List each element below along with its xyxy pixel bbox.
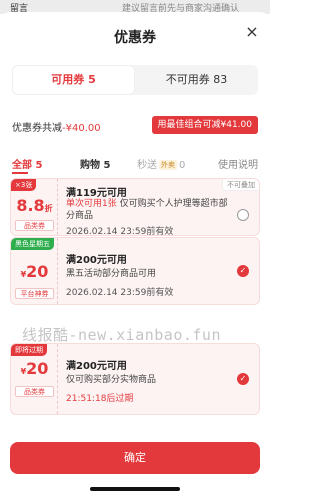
- coupon-expiry: 2026.02.14 23:59前有效: [66, 288, 174, 298]
- coupon-value-number: 20: [26, 262, 49, 281]
- watermark-text: 线报酷-new.xianbao.fun: [22, 326, 221, 344]
- usage-help-link[interactable]: 使用说明: [218, 156, 258, 171]
- coupon-card[interactable]: 黑色星期五 ¥20 平台神券 满200元可用 黑五活动部分商品可用 2026.0…: [10, 237, 260, 305]
- filter-all-underline: [12, 172, 28, 174]
- coupon-tag: ×3张: [11, 179, 37, 191]
- coupon-desc: 单次可用1张 仅可购买个人护理等超市部分商品: [66, 198, 231, 222]
- summary-amount: -¥40.00: [62, 123, 101, 134]
- coupon-value: ¥20: [11, 359, 58, 378]
- summary-text: 优惠券共减: [12, 123, 62, 134]
- coupon-select-radio[interactable]: [237, 209, 249, 221]
- sheet-title: 优惠券: [114, 30, 156, 46]
- coupon-value-panel: 即将过期 ¥20 品类券: [11, 344, 58, 414]
- coupon-category: 品类券: [15, 220, 54, 231]
- coupon-desc: 黑五活动部分商品可用: [66, 269, 157, 279]
- coupon-value: ¥20: [11, 262, 58, 281]
- coupon-limit: 单次可用1张: [66, 199, 117, 209]
- filter-shopping[interactable]: 购物 5: [80, 156, 110, 171]
- coupon-selected-check-icon[interactable]: ✓: [237, 373, 249, 385]
- coupon-category: 平台神券: [15, 288, 54, 299]
- coupon-tabs: 可用券 5 不可用券 83: [12, 65, 258, 95]
- coupon-value-unit: 折: [44, 204, 53, 213]
- coupon-sheet: 优惠券 × 可用券 5 不可用券 83 优惠券共减-¥40.00 用最佳组合可减…: [0, 12, 270, 498]
- coupon-category: 品类券: [15, 386, 54, 397]
- confirm-button[interactable]: 确定: [10, 442, 260, 474]
- coupon-value: 8.8折: [11, 196, 58, 215]
- best-combination-button[interactable]: 用最佳组合可减¥41.00: [151, 116, 258, 134]
- coupon-title: 满200元可用: [66, 255, 127, 266]
- coupon-value-number: 20: [26, 359, 49, 378]
- coupon-card[interactable]: ×3张 8.8折 品类券 满119元可用 单次可用1张 仅可购买个人护理等超市部…: [10, 178, 260, 236]
- home-indicator: [90, 487, 180, 491]
- filter-flash-count: 0: [179, 160, 186, 171]
- coupon-title: 满200元可用: [66, 361, 127, 372]
- coupon-value-number: 8.8: [16, 196, 45, 215]
- coupon-tag: 即将过期: [11, 344, 47, 356]
- summary-label: 优惠券共减-¥40.00: [12, 119, 101, 134]
- discount-summary: 优惠券共减-¥40.00 用最佳组合可减¥41.00: [12, 116, 258, 136]
- coupon-desc: 仅可购买部分实物商品: [66, 375, 157, 385]
- filter-bar: 全部 5 购物 5 秒送 外卖 0 使用说明: [12, 156, 258, 174]
- filter-all[interactable]: 全部 5: [12, 156, 42, 171]
- tab-unavailable[interactable]: 不可用券 83: [135, 65, 258, 95]
- coupon-tag: 黑色星期五: [11, 238, 54, 250]
- coupon-card[interactable]: 即将过期 ¥20 品类券 满200元可用 仅可购买部分实物商品 21:51:18…: [10, 343, 260, 415]
- not-stackable-badge: 不可叠加: [222, 179, 259, 191]
- coupon-value-panel: 黑色星期五 ¥20 平台神券: [11, 238, 58, 304]
- coupon-selected-check-icon[interactable]: ✓: [237, 265, 249, 277]
- coupon-expiry-countdown: 21:51:18后过期: [66, 394, 134, 404]
- filter-flash-badge: 外卖: [159, 160, 177, 170]
- filter-flash[interactable]: 秒送 外卖 0: [137, 156, 185, 171]
- tab-available[interactable]: 可用券 5: [12, 65, 135, 95]
- close-icon[interactable]: ×: [244, 24, 260, 40]
- coupon-value-panel: ×3张 8.8折 品类券: [11, 179, 58, 235]
- coupon-title: 满119元可用: [66, 188, 127, 199]
- filter-flash-label: 秒送: [137, 160, 157, 171]
- coupon-expiry: 2026.02.14 23:59前有效: [66, 227, 174, 236]
